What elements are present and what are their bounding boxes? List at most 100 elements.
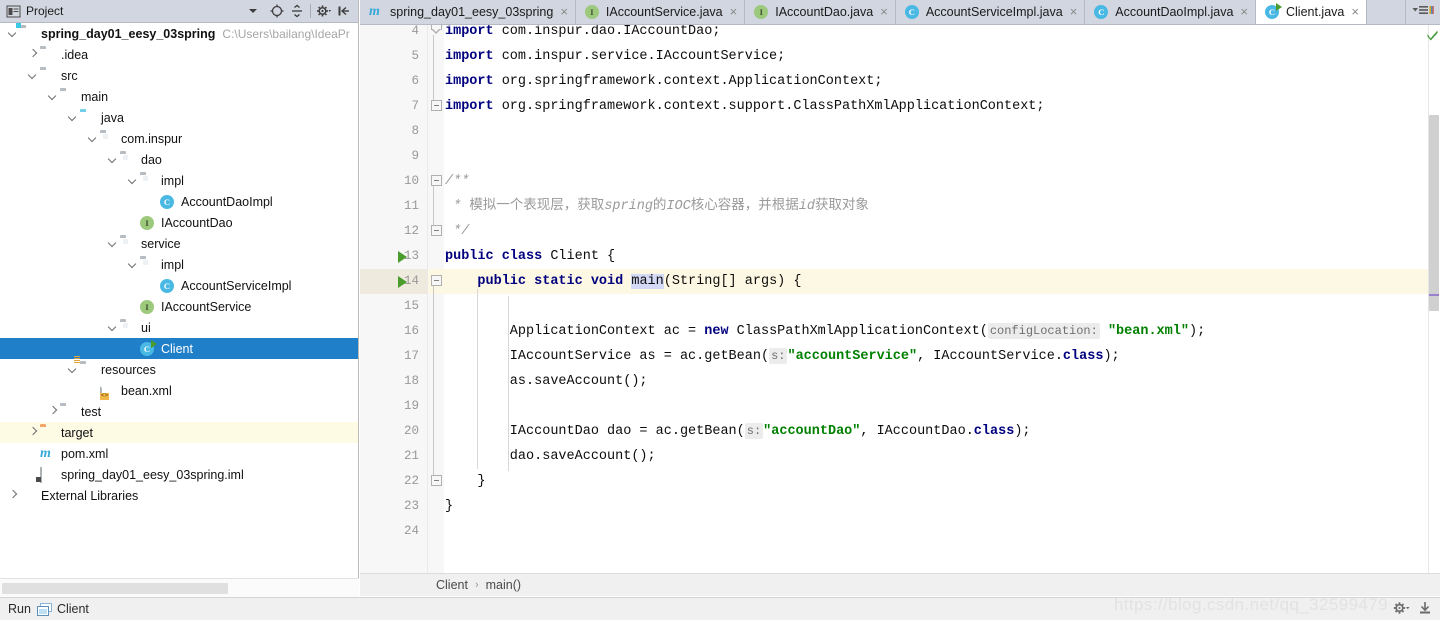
tab-list-icon[interactable]: [1412, 4, 1434, 20]
editor-gutter[interactable]: 4 5 6 7 8 9 10 11 12 13 14 15 16 17 18 19 20 21 22 23 24: [360, 25, 428, 573]
chevron-down-icon[interactable]: [126, 254, 140, 275]
tree-node-external-libraries[interactable]: External Libraries: [0, 485, 358, 506]
project-tree[interactable]: spring_day01_eesy_03spring C:\Users\baila…: [0, 23, 358, 578]
close-icon[interactable]: ×: [1351, 5, 1359, 18]
fold-end-handle[interactable]: [431, 100, 442, 111]
gear-icon[interactable]: [1393, 601, 1410, 618]
chevron-right-icon[interactable]: [46, 401, 60, 422]
editor-tab-spring-day01-eesy-03spring[interactable]: m spring_day01_eesy_03spring ×: [360, 0, 576, 24]
editor-tab-iaccountservice-java[interactable]: I IAccountService.java ×: [575, 0, 746, 24]
tree-node-spring-day01-eesy-03spring-iml[interactable]: spring_day01_eesy_03spring.iml: [0, 464, 358, 485]
close-icon[interactable]: ×: [730, 5, 738, 18]
code-line[interactable]: import com.inspur.dao.IAccountDao;: [444, 25, 1440, 44]
locate-icon[interactable]: [267, 2, 287, 20]
fold-start-handle[interactable]: [431, 275, 442, 286]
settings-icon[interactable]: [314, 2, 334, 20]
code-line[interactable]: IAccountService as = ac.getBean(s: "accou…: [444, 344, 1440, 369]
tree-node-src[interactable]: src: [0, 65, 358, 86]
code-line[interactable]: [444, 144, 1440, 169]
editor-tab-accountserviceimpl-java[interactable]: C AccountServiceImpl.java ×: [895, 0, 1086, 24]
tree-node-java[interactable]: java: [0, 107, 358, 128]
close-icon[interactable]: ×: [1240, 5, 1248, 18]
chevron-right-icon[interactable]: [6, 485, 20, 506]
tree-node-impl[interactable]: impl: [0, 170, 358, 191]
tree-node-resources[interactable]: resources: [0, 355, 358, 380]
chevron-down-icon[interactable]: [126, 170, 140, 191]
chevron-down-icon[interactable]: [86, 128, 100, 149]
chevron-down-icon[interactable]: [26, 65, 40, 86]
chevron-right-icon[interactable]: [26, 422, 40, 443]
code-line[interactable]: }: [444, 494, 1440, 519]
close-icon[interactable]: ×: [560, 5, 568, 18]
tree-node-client[interactable]: C Client: [0, 338, 358, 359]
tree-node-main[interactable]: main: [0, 86, 358, 107]
code-line[interactable]: as.saveAccount();: [444, 369, 1440, 394]
code-line[interactable]: ApplicationContext ac = new ClassPathXml…: [444, 319, 1440, 344]
code-line[interactable]: import org.springframework.context.suppo…: [444, 94, 1440, 119]
tree-node-accountdaoimpl[interactable]: C AccountDaoImpl: [0, 191, 358, 212]
editor-code-area[interactable]: import com.inspur.dao.IAccountDao; import…: [444, 25, 1440, 573]
tree-node-ui[interactable]: ui: [0, 317, 358, 338]
project-tree-hscrollbar[interactable]: [0, 578, 359, 597]
code-line[interactable]: [444, 394, 1440, 419]
code-line[interactable]: /**: [444, 169, 1440, 194]
code-line[interactable]: dao.saveAccount();: [444, 444, 1440, 469]
code-line[interactable]: import com.inspur.service.IAccountServic…: [444, 44, 1440, 69]
code-line[interactable]: IAccountDao dao = ac.getBean(s: "accountD…: [444, 419, 1440, 444]
tree-node-spring-day01-eesy-03spring[interactable]: spring_day01_eesy_03spring C:\Users\baila…: [0, 23, 358, 44]
tree-node-dao[interactable]: dao: [0, 149, 358, 170]
fold-tip-handle[interactable]: [431, 25, 442, 34]
tree-node-com-inspur[interactable]: com.inspur: [0, 128, 358, 149]
editor-tab-iaccountdao-java[interactable]: I IAccountDao.java ×: [745, 0, 896, 24]
code-line[interactable]: * 模拟一个表现层，获取spring的IOC核心容器，并根据id获取对象: [444, 194, 1440, 219]
fold-end-handle[interactable]: [431, 225, 442, 236]
close-icon[interactable]: ×: [880, 5, 888, 18]
tree-node-bean-xml[interactable]: bean.xml: [0, 380, 358, 401]
fold-start-handle[interactable]: [431, 175, 442, 186]
status-run-target[interactable]: Client: [57, 602, 89, 616]
code-line[interactable]: [444, 294, 1440, 319]
tree-node-impl[interactable]: impl: [0, 254, 358, 275]
code-line[interactable]: */: [444, 219, 1440, 244]
editor-fold-column[interactable]: [428, 25, 444, 573]
hscrollbar-thumb[interactable]: [2, 583, 228, 594]
editor-scrollbar-thumb[interactable]: [1429, 115, 1439, 311]
collapse-all-icon[interactable]: [287, 2, 307, 20]
breadcrumb-item[interactable]: Client: [436, 578, 468, 592]
tree-node-service[interactable]: service: [0, 233, 358, 254]
tree-node-iaccountdao[interactable]: I IAccountDao: [0, 212, 358, 233]
breadcrumb-item[interactable]: main(): [486, 578, 521, 592]
tree-node-pom-xml[interactable]: m pom.xml: [0, 443, 358, 464]
code-line[interactable]: import org.springframework.context.Appli…: [444, 69, 1440, 94]
editor-tab-accountdaoimpl-java[interactable]: C AccountDaoImpl.java ×: [1085, 0, 1256, 24]
code-line[interactable]: [444, 519, 1440, 544]
tree-node-test[interactable]: test: [0, 401, 358, 422]
editor-tab-client-java[interactable]: C Client.java ×: [1256, 0, 1367, 24]
tree-node-accountserviceimpl[interactable]: C AccountServiceImpl: [0, 275, 358, 296]
chevron-down-icon[interactable]: [46, 86, 60, 107]
chevron-down-icon[interactable]: [106, 317, 120, 338]
code-line[interactable]: [444, 119, 1440, 144]
code-line[interactable]: public static void main(String[] args) {: [444, 269, 1440, 294]
chevron-down-icon[interactable]: [249, 9, 257, 13]
run-gutter-icon[interactable]: [398, 251, 407, 263]
fold-end-handle[interactable]: [431, 475, 442, 486]
run-gutter-icon[interactable]: [398, 276, 407, 288]
editor-tab-bar[interactable]: m spring_day01_eesy_03spring × I IAccountSer…: [360, 0, 1440, 25]
chevron-down-icon[interactable]: [106, 233, 120, 254]
download-icon[interactable]: [1418, 601, 1432, 618]
code-editor[interactable]: 4 5 6 7 8 9 10 11 12 13 14 15 16 17 18 19 20 21 22 23 24 imp…: [360, 25, 1440, 573]
chevron-down-icon[interactable]: [106, 149, 120, 170]
chevron-right-icon[interactable]: [26, 44, 40, 65]
breadcrumb[interactable]: Client › main(): [360, 573, 1440, 596]
tree-node-target[interactable]: target: [0, 422, 358, 443]
tree-node-iaccountservice[interactable]: I IAccountService: [0, 296, 358, 317]
hide-panel-icon[interactable]: [334, 2, 354, 20]
editor-marker-bar[interactable]: [1427, 25, 1440, 573]
code-line[interactable]: }: [444, 469, 1440, 494]
tree-node--idea[interactable]: .idea: [0, 44, 358, 65]
editor-marker-line[interactable]: [1429, 294, 1439, 296]
close-icon[interactable]: ×: [1070, 5, 1078, 18]
status-run-label[interactable]: Run: [8, 602, 31, 616]
code-line[interactable]: public class Client {: [444, 244, 1440, 269]
